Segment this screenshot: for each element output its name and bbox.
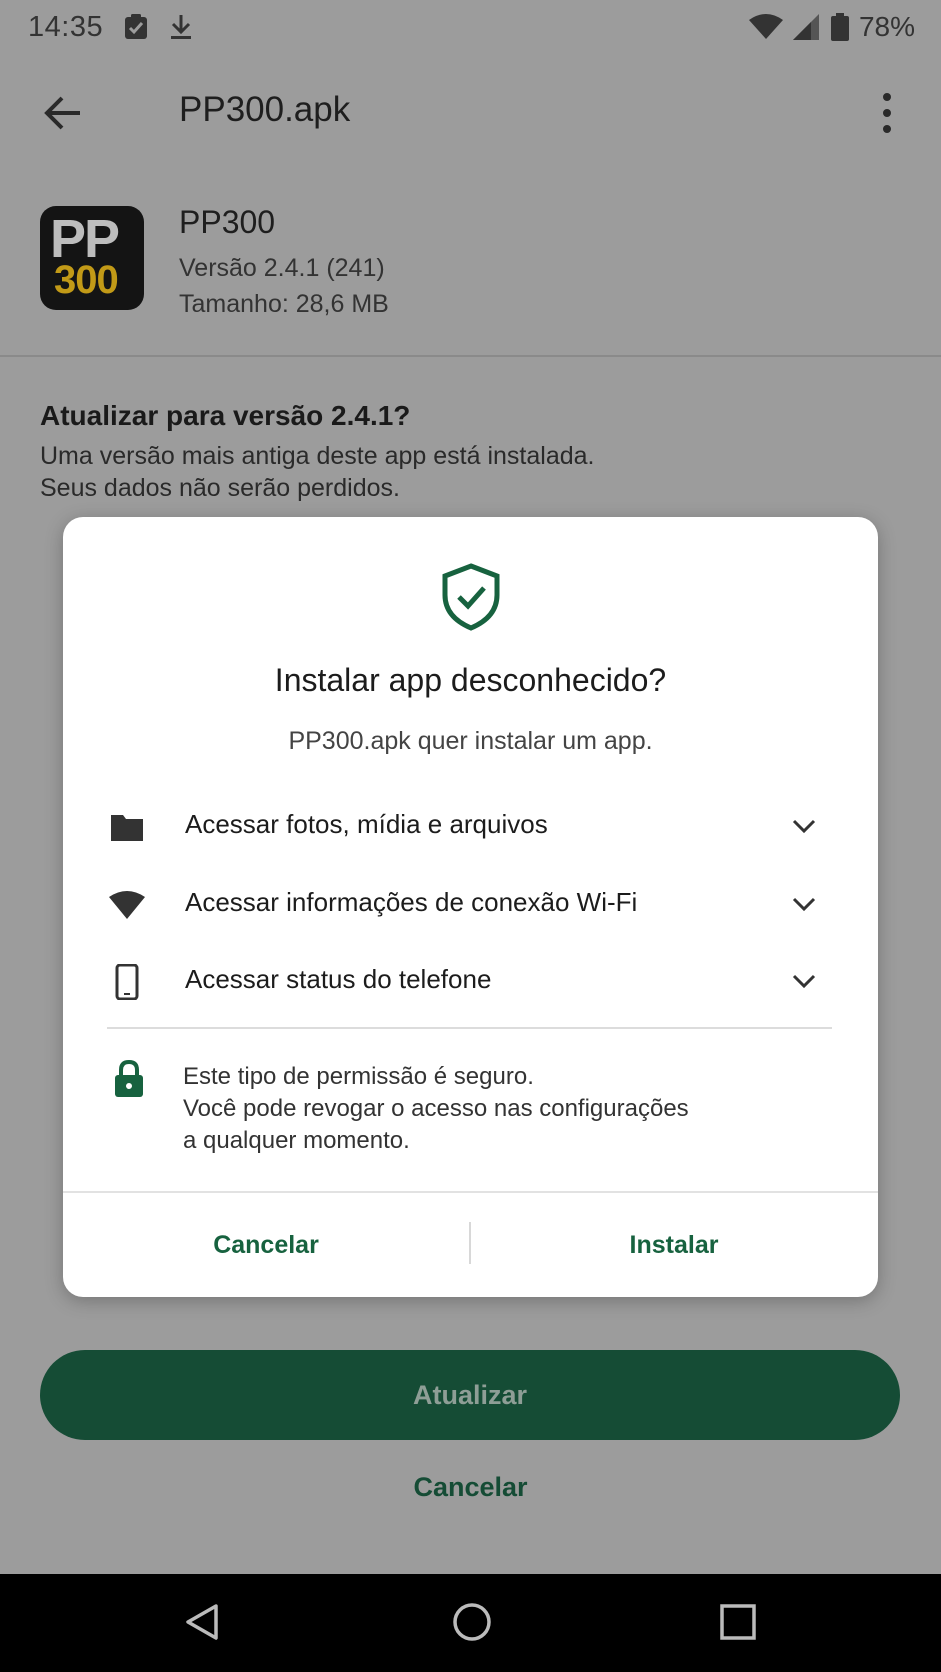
app-version: Versão 2.4.1 (241) — [179, 254, 385, 282]
permission-row-storage[interactable]: Acessar fotos, mídia e arquivos — [63, 793, 878, 857]
update-section: Atualizar para versão 2.4.1? Uma versão … — [40, 400, 900, 504]
permission-label: Acessar status do telefone — [185, 964, 492, 994]
safety-note: Este tipo de permissão é seguro. Você po… — [183, 1061, 783, 1157]
safety-note-line-1: Este tipo de permissão é seguro. — [183, 1063, 534, 1090]
permission-row-phone[interactable]: Acessar status do telefone — [63, 948, 878, 1012]
more-options-icon[interactable] — [872, 90, 902, 136]
battery-icon — [830, 13, 849, 41]
wifi-icon — [748, 14, 783, 39]
status-right: 78% — [748, 11, 915, 43]
wifi-icon — [109, 891, 145, 919]
lock-icon — [115, 1059, 143, 1097]
update-button[interactable]: Atualizar — [40, 1350, 900, 1440]
update-desc-line-1: Uma versão mais antiga deste app está in… — [40, 442, 595, 470]
divider — [0, 355, 941, 357]
status-time: 14:35 — [28, 10, 104, 43]
phone-icon — [115, 964, 139, 1000]
battery-percentage: 78% — [858, 11, 915, 42]
app-bar: PP300.apk — [0, 70, 941, 154]
shield-check-icon — [442, 563, 500, 631]
chevron-down-icon[interactable] — [791, 891, 817, 917]
install-dialog: Instalar app desconhecido? PP300.apk que… — [63, 517, 878, 1297]
app-size: Tamanho: 28,6 MB — [179, 290, 389, 318]
back-arrow-icon[interactable] — [42, 92, 84, 134]
status-bar: 14:35 78% — [0, 0, 941, 54]
download-icon — [171, 15, 192, 39]
nav-recents-icon[interactable] — [718, 1602, 758, 1642]
safety-note-line-3: a qualquer momento. — [183, 1127, 410, 1154]
chevron-down-icon[interactable] — [791, 813, 817, 839]
status-left: 14:35 — [28, 11, 193, 44]
navigation-bar — [0, 1574, 941, 1672]
chevron-down-icon[interactable] — [791, 968, 817, 994]
app-icon-text-bottom: 300 — [54, 258, 119, 302]
update-description: Uma versão mais antiga deste app está in… — [40, 440, 900, 504]
nav-back-icon[interactable] — [180, 1600, 224, 1644]
dialog-cancel-button[interactable]: Cancelar — [63, 1193, 469, 1297]
dialog-title: Instalar app desconhecido? — [274, 662, 667, 698]
dialog-divider — [107, 1027, 832, 1029]
cancel-button[interactable]: Cancelar — [0, 1472, 941, 1503]
nav-home-icon[interactable] — [450, 1600, 494, 1644]
dialog-subtitle: PP300.apk quer instalar um app. — [288, 727, 653, 755]
update-desc-line-2: Seus dados não serão perdidos. — [40, 474, 400, 502]
app-name: PP300 — [179, 204, 276, 240]
dialog-install-button[interactable]: Instalar — [471, 1193, 877, 1297]
permission-row-wifi[interactable]: Acessar informações de conexão Wi-Fi — [63, 871, 878, 935]
update-title: Atualizar para versão 2.4.1? — [40, 400, 411, 431]
folder-icon — [111, 815, 143, 841]
safety-note-line-2: Você pode revogar o acesso nas configura… — [183, 1095, 689, 1122]
permission-label: Acessar fotos, mídia e arquivos — [185, 809, 548, 839]
signal-icon — [792, 14, 819, 40]
task-icon — [125, 14, 148, 39]
page-title: PP300.apk — [179, 90, 351, 129]
app-icon: PP 300 — [40, 206, 144, 310]
app-info: PP 300 PP300 Versão 2.4.1 (241) Tamanho:… — [0, 190, 941, 356]
permission-label: Acessar informações de conexão Wi-Fi — [185, 887, 638, 917]
